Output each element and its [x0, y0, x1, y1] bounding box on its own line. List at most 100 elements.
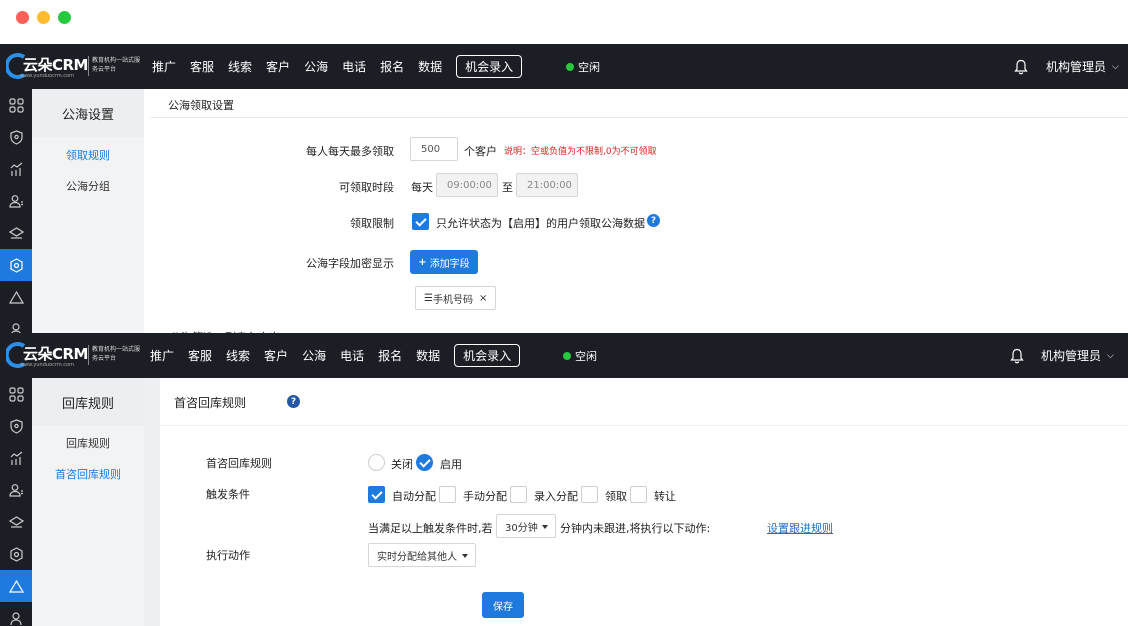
section-divider: [150, 117, 1128, 118]
page-header: 首咨回库规则 ?: [160, 378, 1128, 426]
remove-tag-icon[interactable]: ×: [479, 293, 487, 304]
daily-limit-input[interactable]: 500: [410, 137, 458, 161]
rail-item-dashboard[interactable]: [0, 89, 32, 121]
nav-item-data[interactable]: 数据: [418, 58, 442, 75]
nav-item-customers[interactable]: 客户: [264, 347, 288, 364]
brand-url: www.yunduocrm.com: [20, 73, 74, 79]
sidebar-item-claim-rules[interactable]: 领取规则: [32, 147, 144, 163]
trigger-manual-checkbox[interactable]: [439, 486, 456, 503]
minimize-window-icon[interactable]: [37, 11, 50, 24]
field-tag[interactable]: ☰ 手机号码 ×: [415, 286, 497, 310]
user-menu[interactable]: 机构管理员 ⌵: [1041, 333, 1114, 378]
nav-item-promotion[interactable]: 推广: [150, 347, 174, 364]
app-logo[interactable]: 云朵CRM www.yunduocrm.com 教育机构一站式服务云平台: [6, 50, 140, 84]
rail-item-education[interactable]: [0, 506, 32, 538]
sidebar-item-first-consult-rules[interactable]: 首咨回库规则: [32, 466, 144, 482]
nav-item-enroll[interactable]: 报名: [380, 58, 404, 75]
help-icon[interactable]: ?: [287, 395, 300, 408]
restrict-label: 领取限制: [350, 217, 394, 230]
secondary-sidebar: 公海设置 领取规则 公海分组: [32, 89, 144, 333]
trigger-auto-checkbox[interactable]: [368, 486, 385, 503]
trigger-transfer-checkbox[interactable]: [630, 486, 647, 503]
minutes-select[interactable]: 30分钟: [496, 514, 556, 538]
nav-item-phone[interactable]: 电话: [342, 58, 366, 75]
follow-rule-link[interactable]: 设置跟进规则: [767, 520, 833, 536]
triangle-icon: [8, 579, 24, 593]
rail-item-education[interactable]: [0, 217, 32, 249]
add-field-button[interactable]: + 添加字段: [410, 250, 478, 274]
sidebar-title: 回库规则: [32, 378, 144, 426]
app-logo-2[interactable]: 云朵CRM www.yunduocrm.com 教育机构一站式服务云平台: [6, 339, 140, 373]
brand-slogan: 教育机构一站式服务云平台: [92, 346, 141, 362]
user-icon: [8, 483, 23, 497]
restrict-text: 只允许状态为【启用】的用户领取公海数据: [436, 217, 645, 230]
field-tag-label: 手机号码: [432, 294, 473, 306]
trigger-entry-label: 录入分配: [534, 490, 578, 503]
time-range-label: 可领取时段: [339, 181, 394, 194]
nav-item-customers[interactable]: 客户: [266, 58, 290, 75]
help-icon[interactable]: ?: [647, 214, 660, 227]
agent-status[interactable]: 空闲: [563, 333, 597, 378]
add-field-label: 添加字段: [429, 258, 470, 270]
trigger-entry-checkbox[interactable]: [510, 486, 527, 503]
restrict-checkbox[interactable]: [412, 213, 429, 230]
nav-item-pool[interactable]: 公海: [304, 58, 328, 75]
user-icon: [8, 194, 23, 208]
main-nav: 推广 客服 线索 客户 公海 电话 报名 数据 机会录入: [152, 44, 523, 89]
daily-limit-label: 每人每天最多领取: [306, 145, 394, 158]
action-value: 实时分配给其他人: [377, 551, 457, 563]
user-menu[interactable]: 机构管理员 ⌵: [1046, 44, 1119, 89]
rail-item-stats[interactable]: [0, 153, 32, 185]
rail-item-users[interactable]: [0, 185, 32, 217]
nav-item-promotion[interactable]: 推广: [152, 58, 176, 75]
zoom-window-icon[interactable]: [58, 11, 71, 24]
chevron-down-icon: ⌵: [1107, 350, 1114, 361]
action-select[interactable]: 实时分配给其他人: [368, 543, 476, 567]
agent-status[interactable]: 空闲: [566, 44, 600, 89]
main-nav-2: 推广 客服 线索 客户 公海 电话 报名 数据 机会录入: [150, 333, 521, 378]
nav-item-phone[interactable]: 电话: [340, 347, 364, 364]
sidebar-item-return-rules[interactable]: 回库规则: [32, 435, 144, 451]
nav-item-service[interactable]: 客服: [190, 58, 214, 75]
nav-item-service[interactable]: 客服: [188, 347, 212, 364]
icon-rail: [0, 89, 32, 336]
drag-handle-icon[interactable]: ☰: [424, 293, 433, 304]
nav-item-data[interactable]: 数据: [416, 347, 440, 364]
close-window-icon[interactable]: [16, 11, 29, 24]
rail-item-dashboard[interactable]: [0, 378, 32, 410]
logo-divider: [88, 345, 89, 365]
opportunity-entry-button[interactable]: 机会录入: [454, 344, 521, 367]
nav-item-pool[interactable]: 公海: [302, 347, 326, 364]
rail-item-alerts[interactable]: [0, 281, 32, 313]
sidebar-title: 公海设置: [32, 89, 144, 137]
rail-item-settings[interactable]: [0, 538, 32, 570]
window-titlebar: [0, 0, 1132, 44]
shield-icon: [9, 129, 23, 145]
save-button[interactable]: 保存: [482, 592, 524, 618]
bell-icon[interactable]: [1014, 59, 1028, 75]
rule-on-radio[interactable]: [416, 454, 433, 471]
minutes-value: 30分钟: [505, 522, 538, 534]
rule-off-radio[interactable]: [368, 454, 385, 471]
rail-item-settings[interactable]: [0, 249, 32, 281]
nav-item-leads[interactable]: 线索: [228, 58, 252, 75]
condition-prefix: 当满足以上触发条件时,若: [368, 522, 493, 535]
end-time-input[interactable]: 21:00:00: [516, 173, 578, 197]
rail-item-team[interactable]: [0, 602, 32, 626]
chevron-down-icon: ⌵: [1112, 61, 1119, 72]
rail-item-users[interactable]: [0, 474, 32, 506]
rail-item-stats[interactable]: [0, 442, 32, 474]
condition-suffix: 分钟内未跟进,将执行以下动作:: [560, 522, 711, 535]
trigger-claim-checkbox[interactable]: [581, 486, 598, 503]
opportunity-entry-button[interactable]: 机会录入: [456, 55, 523, 78]
bell-icon[interactable]: [1010, 348, 1024, 364]
sidebar-item-pool-groups[interactable]: 公海分组: [32, 178, 144, 194]
rail-item-alerts[interactable]: [0, 570, 32, 602]
rail-item-security[interactable]: [0, 121, 32, 153]
time-prefix: 每天: [411, 181, 433, 194]
start-time-input[interactable]: 09:00:00: [436, 173, 498, 197]
rule-on-label: 启用: [440, 458, 462, 471]
nav-item-leads[interactable]: 线索: [226, 347, 250, 364]
nav-item-enroll[interactable]: 报名: [378, 347, 402, 364]
rail-item-security[interactable]: [0, 410, 32, 442]
